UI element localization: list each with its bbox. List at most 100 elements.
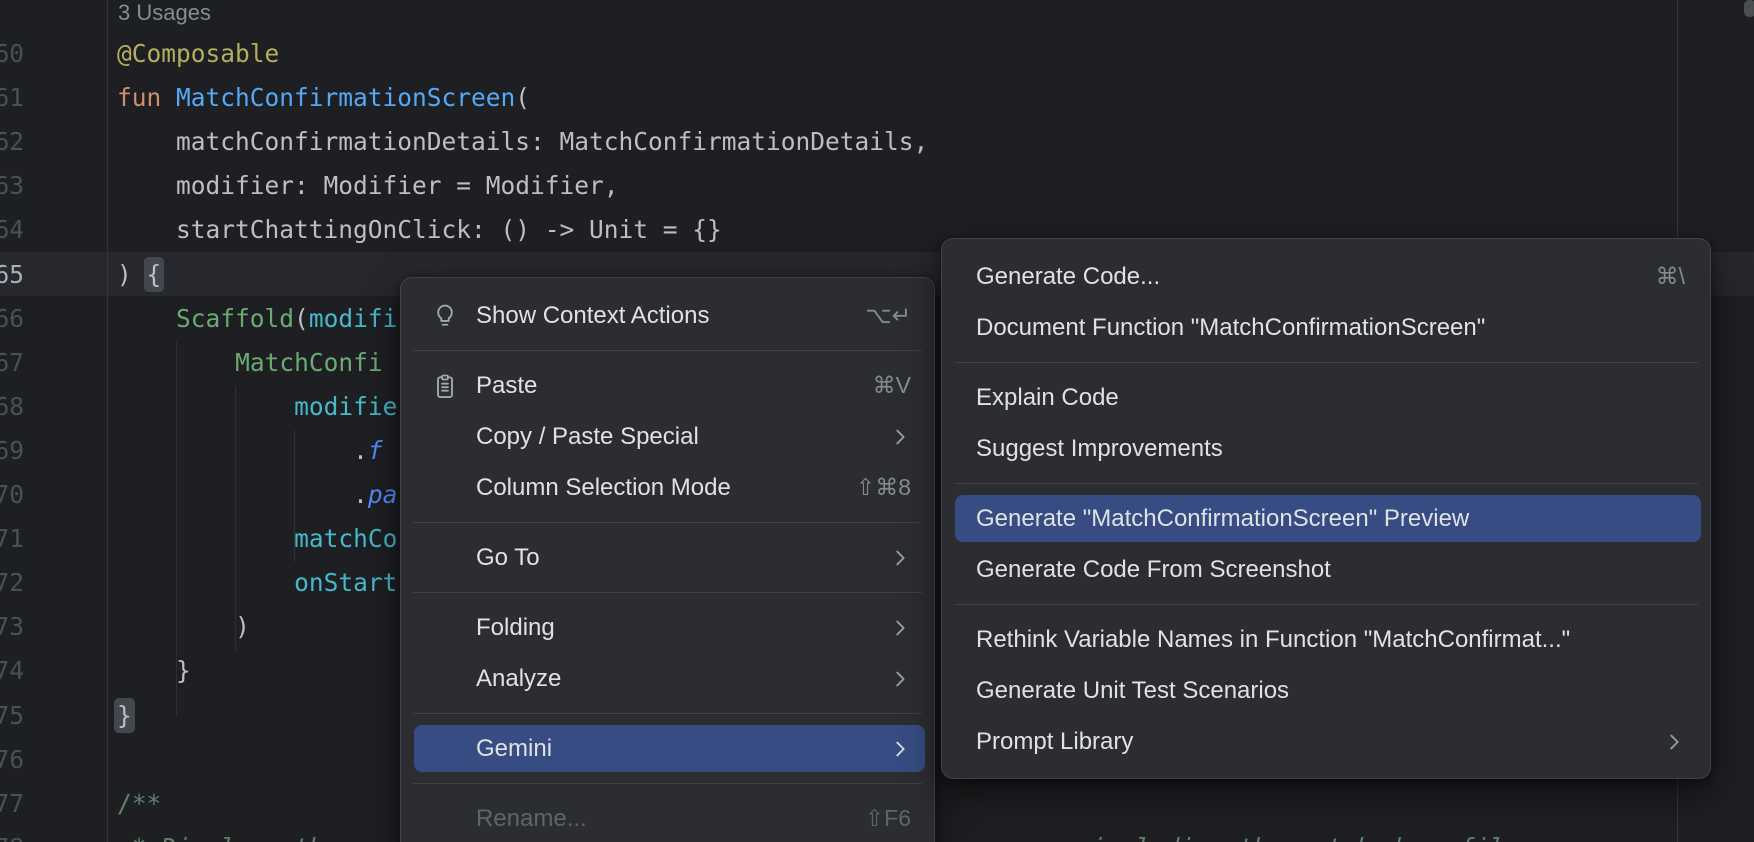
code-token: onStart	[294, 568, 397, 597]
menu-item-label: Analyze	[476, 665, 561, 693]
code-line[interactable]: * Displays the ma	[132, 826, 383, 842]
code-token: )	[235, 612, 250, 641]
menu-item-go-to[interactable]: Go To	[401, 532, 934, 583]
code-token: MatchConfi	[235, 348, 383, 377]
code-line[interactable]: .f	[353, 429, 383, 473]
code-line[interactable]: startChattingOnClick: () -> Unit = {}	[176, 208, 722, 252]
line-number[interactable]: 65	[0, 253, 24, 297]
menu-item-label: Generate Code...	[976, 263, 1160, 291]
submenu-chevron-icon	[889, 617, 911, 639]
vertical-scrollbar-thumb[interactable]	[1744, 0, 1754, 17]
menu-item-paste[interactable]: Paste ⌘V	[401, 360, 934, 411]
line-number[interactable]: 66	[0, 297, 24, 341]
menu-item-column-selection-mode[interactable]: Column Selection Mode ⇧⌘8	[401, 462, 934, 513]
code-line[interactable]: }	[117, 694, 132, 738]
menu-item-analyze[interactable]: Analyze	[401, 653, 934, 704]
menu-item-shortcut: ⌥↵	[865, 302, 911, 329]
menu-item-label: Column Selection Mode	[476, 474, 731, 502]
submenu-chevron-icon	[889, 738, 911, 760]
code-line[interactable]: modifie	[294, 385, 397, 429]
line-number[interactable]: 67	[0, 341, 24, 385]
submenu-chevron-icon	[889, 547, 911, 569]
menu-item-prompt-library[interactable]: Prompt Library	[942, 716, 1710, 767]
menu-item-label: Generate Unit Test Scenarios	[976, 677, 1289, 705]
code-token: @Composable	[117, 39, 279, 68]
line-number[interactable]: 75	[0, 694, 24, 738]
submenu-chevron-icon	[889, 426, 911, 448]
line-number[interactable]: 70	[0, 473, 24, 517]
menu-item-generate-unit-test-scenarios[interactable]: Generate Unit Test Scenarios	[942, 665, 1710, 716]
menu-item-shortcut: ⇧⌘8	[856, 474, 911, 501]
code-token: Scaffold	[176, 304, 294, 333]
code-token: matchConfirmationDetails: MatchConfirmat…	[176, 127, 928, 156]
line-number[interactable]: 64	[0, 208, 24, 252]
line-number[interactable]: 69	[0, 429, 24, 473]
menu-separator	[954, 604, 1698, 605]
menu-item-generate-code[interactable]: Generate Code... ⌘\	[942, 251, 1710, 302]
menu-item-label: Suggest Improvements	[976, 435, 1223, 463]
code-token	[161, 83, 176, 112]
code-line[interactable]: fun MatchConfirmationScreen(	[117, 76, 530, 120]
menu-item-label: Explain Code	[976, 384, 1119, 412]
code-line[interactable]: MatchConfi	[235, 341, 383, 385]
menu-item-generate-preview[interactable]: Generate "MatchConfirmationScreen" Previ…	[942, 493, 1710, 544]
menu-item-document-function[interactable]: Document Function "MatchConfirmationScre…	[942, 302, 1710, 353]
menu-item-gemini[interactable]: Gemini	[401, 723, 934, 774]
menu-item-folding[interactable]: Folding	[401, 602, 934, 653]
line-number[interactable]: 78	[0, 826, 24, 842]
menu-item-show-context-actions[interactable]: Show Context Actions ⌥↵	[401, 290, 934, 341]
menu-item-copy-paste-special[interactable]: Copy / Paste Special	[401, 411, 934, 462]
line-number[interactable]: 63	[0, 164, 24, 208]
line-number[interactable]: 73	[0, 605, 24, 649]
menu-item-label: Generate "MatchConfirmationScreen" Previ…	[976, 505, 1469, 533]
code-token: modifi	[309, 304, 398, 333]
line-number[interactable]: 76	[0, 738, 24, 782]
menu-item-label: Document Function "MatchConfirmationScre…	[976, 314, 1485, 342]
code-token: fun	[117, 83, 161, 112]
line-number[interactable]: 62	[0, 120, 24, 164]
code-token: }	[176, 656, 191, 685]
menu-item-suggest-improvements[interactable]: Suggest Improvements	[942, 423, 1710, 474]
code-line[interactable]: /**	[117, 782, 161, 826]
code-line[interactable]: .pa	[353, 473, 397, 517]
submenu-chevron-icon	[1663, 731, 1685, 753]
line-number[interactable]: 77	[0, 782, 24, 826]
menu-separator	[954, 483, 1698, 484]
menu-item-label: Generate Code From Screenshot	[976, 556, 1331, 584]
code-token: )	[117, 260, 147, 289]
code-line[interactable]: ) {	[117, 253, 161, 297]
gutter-separator	[107, 0, 108, 842]
menu-item-label: Rethink Variable Names in Function "Matc…	[976, 626, 1570, 654]
line-number[interactable]: 72	[0, 561, 24, 605]
line-number[interactable]: 60	[0, 32, 24, 76]
clipboard-icon	[431, 372, 459, 400]
menu-item-generate-code-from-screenshot[interactable]: Generate Code From Screenshot	[942, 544, 1710, 595]
usages-inlay-hint[interactable]: 3 Usages	[118, 0, 211, 26]
line-number[interactable]: 68	[0, 385, 24, 429]
menu-item-label: Folding	[476, 614, 555, 642]
gemini-submenu: Generate Code... ⌘\ Document Function "M…	[941, 238, 1711, 779]
menu-item-label: Paste	[476, 372, 537, 400]
menu-item-shortcut: ⌘V	[873, 372, 911, 399]
code-line[interactable]: )	[235, 605, 250, 649]
code-line[interactable]: }	[176, 649, 191, 693]
menu-item-rename[interactable]: Rename... ⇧F6	[401, 793, 934, 842]
menu-item-rethink-variable-names[interactable]: Rethink Variable Names in Function "Matc…	[942, 614, 1710, 665]
code-line[interactable]: onStart	[294, 561, 397, 605]
line-number[interactable]: 74	[0, 649, 24, 693]
menu-item-explain-code[interactable]: Explain Code	[942, 372, 1710, 423]
code-line[interactable]: modifier: Modifier = Modifier,	[176, 164, 619, 208]
code-token: (	[294, 304, 309, 333]
code-token: (	[515, 83, 530, 112]
code-line[interactable]: on screen, including the matched profile…	[929, 826, 1681, 842]
menu-separator	[413, 522, 922, 523]
code-token: startChattingOnClick: () -> Unit = {}	[176, 215, 722, 244]
code-line[interactable]: @Composable	[117, 32, 279, 76]
code-line[interactable]: matchConfirmationDetails: MatchConfirmat…	[176, 120, 928, 164]
menu-item-label: Gemini	[476, 735, 552, 763]
code-line[interactable]: Scaffold(modifi	[176, 297, 397, 341]
line-number[interactable]: 61	[0, 76, 24, 120]
code-line[interactable]: matchCo	[294, 517, 397, 561]
menu-item-shortcut: ⇧F6	[865, 805, 911, 832]
line-number[interactable]: 71	[0, 517, 24, 561]
